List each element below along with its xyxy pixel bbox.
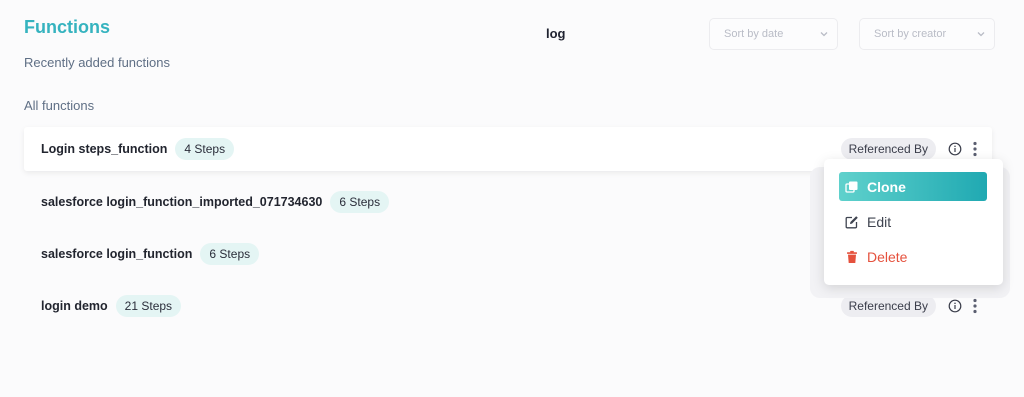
trash-icon (847, 250, 857, 263)
delete-label: Delete (867, 248, 908, 265)
sort-by-creator-label: Sort by creator (874, 28, 947, 40)
function-name[interactable]: login demo (41, 299, 108, 313)
clone-label: Clone (867, 178, 906, 195)
referenced-by-chip[interactable]: Referenced By (840, 138, 936, 160)
copy-icon (845, 181, 858, 193)
delete-menu-item[interactable]: Delete (839, 242, 987, 271)
function-context-menu: Clone Edit Delete (824, 159, 1003, 285)
edit-label: Edit (867, 213, 892, 230)
page-title: Functions (24, 17, 110, 37)
referenced-by-chip[interactable]: Referenced By (840, 295, 936, 317)
steps-badge: 6 Steps (200, 243, 260, 265)
function-name[interactable]: Login steps_function (41, 142, 167, 156)
kebab-vertical-icon[interactable] (972, 298, 978, 314)
function-name[interactable]: salesforce login_function_imported_07173… (41, 195, 322, 209)
steps-badge: 4 Steps (175, 138, 235, 160)
steps-badge: 6 Steps (330, 191, 390, 213)
pencil-square-icon (845, 215, 858, 228)
recently-added-heading: Recently added functions (24, 55, 170, 70)
info-circle-icon[interactable] (948, 299, 962, 313)
chevron-down-icon (977, 32, 985, 37)
chevron-down-icon (820, 32, 828, 37)
sort-by-creator-select[interactable]: Sort by creator (859, 18, 995, 50)
kebab-vertical-icon[interactable] (972, 141, 978, 157)
search-query-text[interactable]: log (546, 26, 566, 41)
function-name[interactable]: salesforce login_function (41, 247, 192, 261)
steps-badge: 21 Steps (115, 295, 182, 317)
edit-menu-item[interactable]: Edit (839, 207, 987, 236)
info-circle-icon[interactable] (948, 142, 962, 156)
clone-menu-item[interactable]: Clone (839, 172, 987, 201)
sort-by-date-select[interactable]: Sort by date (709, 18, 838, 50)
all-functions-heading: All functions (24, 98, 95, 113)
sort-by-date-label: Sort by date (724, 28, 784, 40)
